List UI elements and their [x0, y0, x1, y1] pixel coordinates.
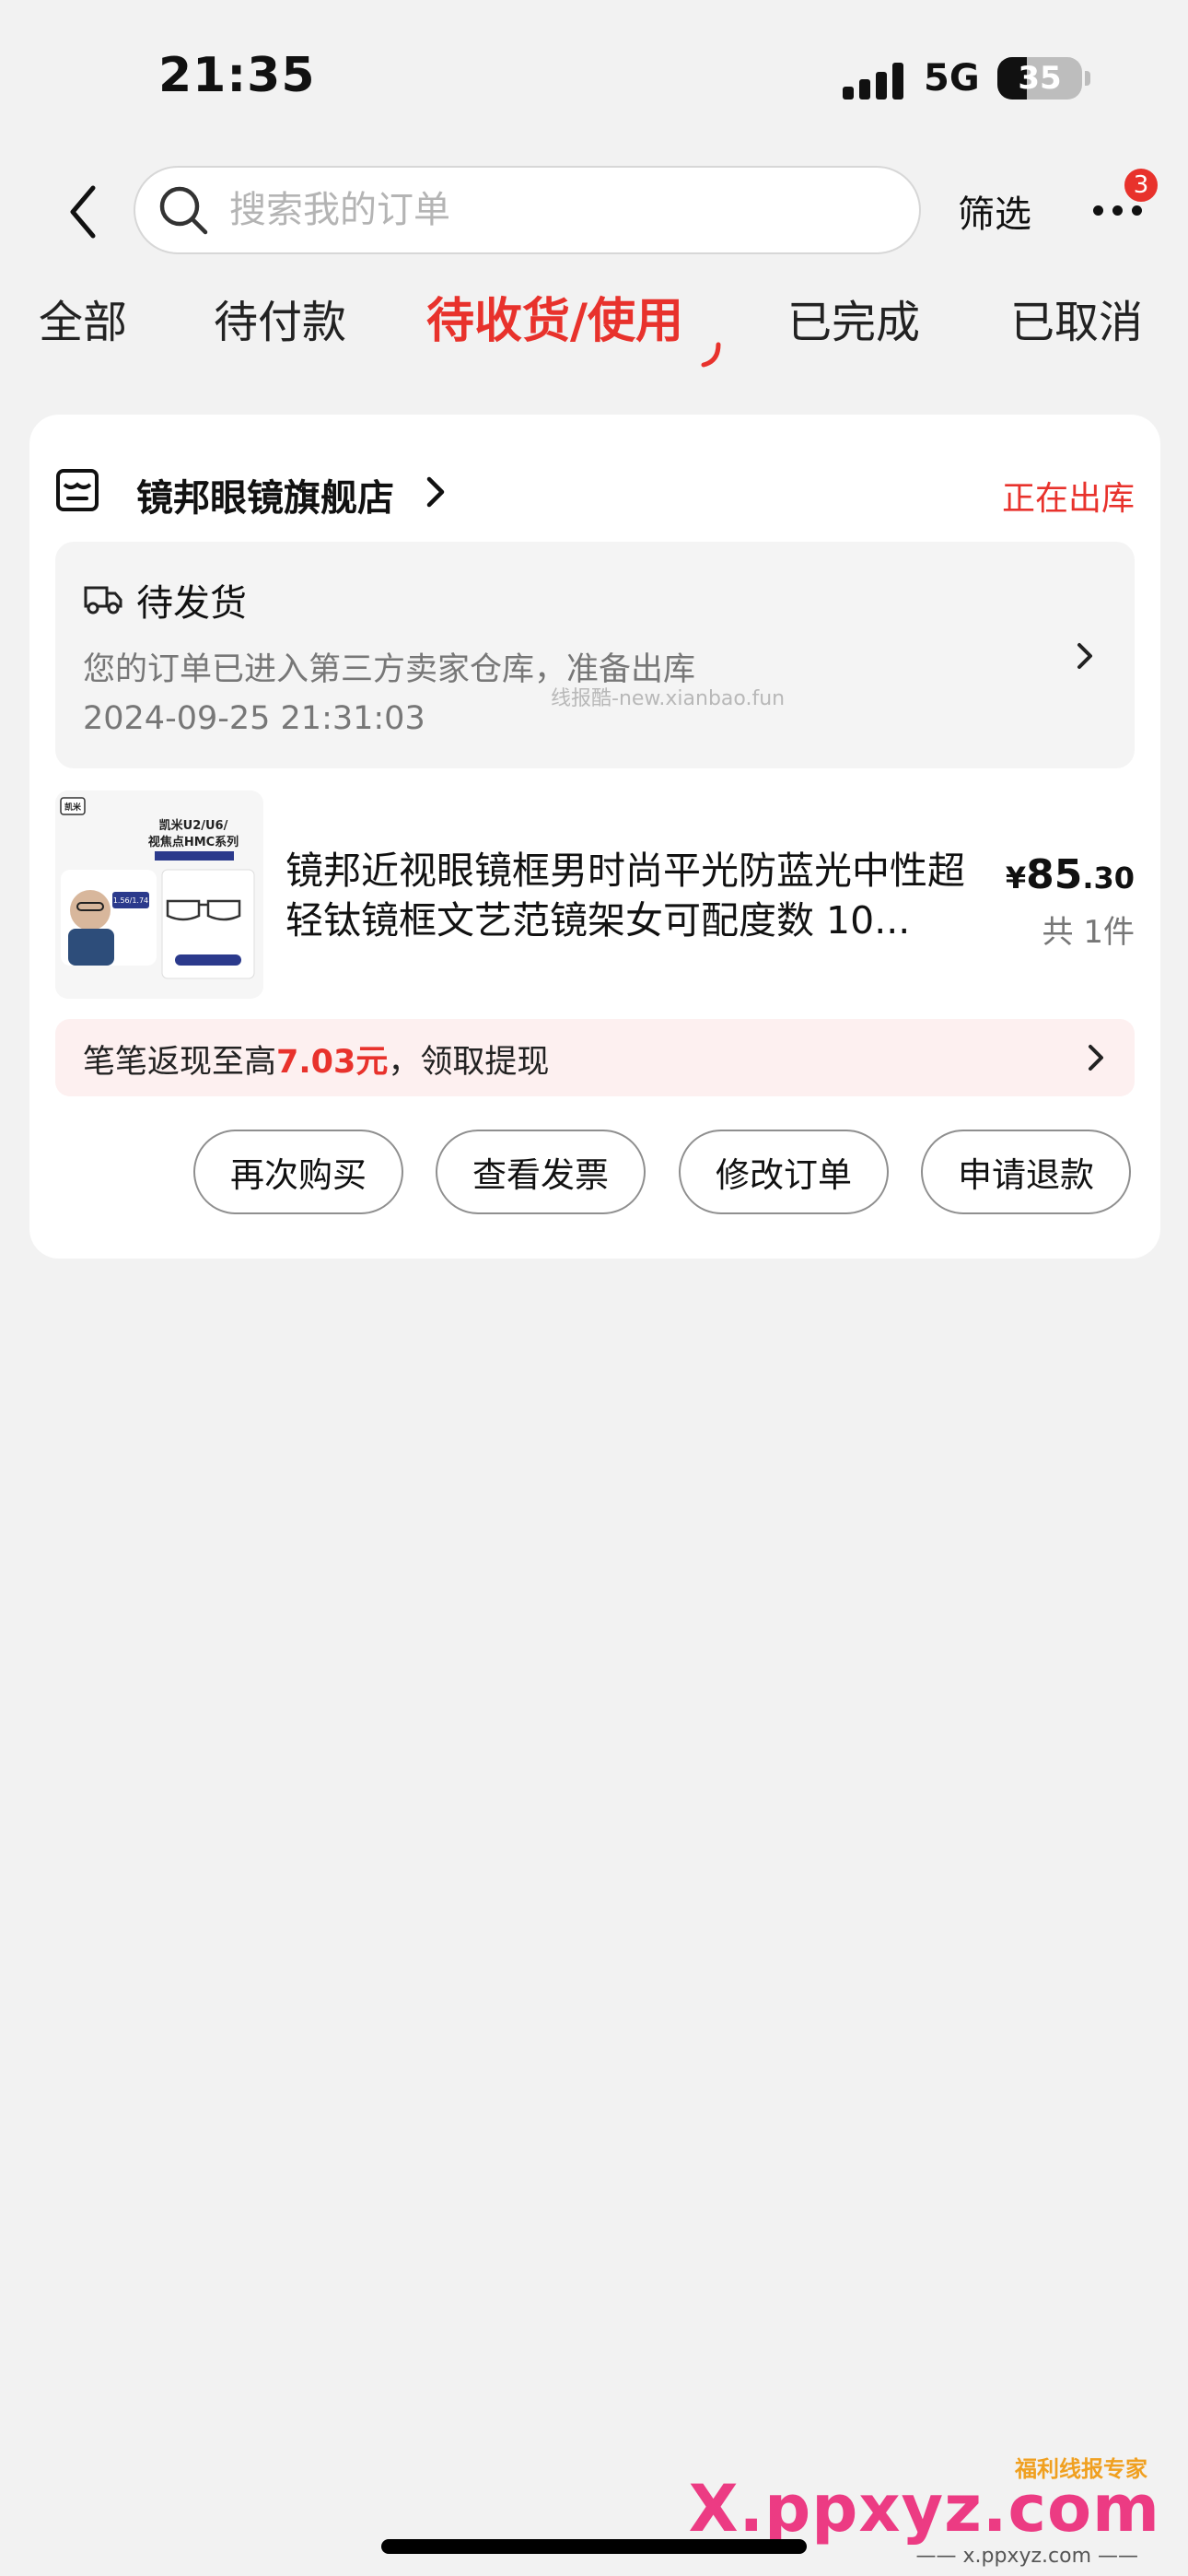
modify-order-button[interactable]: 修改订单 [679, 1130, 889, 1214]
tab-pending-payment[interactable]: 待付款 [214, 286, 346, 350]
product-title[interactable]: 镜邦近视眼镜框男时尚平光防蓝光中性超轻钛镜框文艺范镜架女可配度数 10... [285, 846, 967, 945]
home-indicator[interactable] [381, 2539, 807, 2554]
cashback-amount: 7.03元 [276, 1044, 389, 1081]
price-decimal: .30 [1082, 861, 1135, 896]
active-tab-indicator [701, 342, 721, 368]
shipping-time: 2024-09-25 21:31:03 [83, 700, 425, 737]
tab-all[interactable]: 全部 [39, 286, 127, 350]
cashback-suffix: ，领取提现 [388, 1044, 550, 1081]
network-type: 5G [924, 57, 980, 100]
order-status: 正在出库 [1001, 480, 1135, 518]
order-card[interactable]: 镜邦眼镜旗舰店 正在出库 待发货 线报酷-new.xianbao.fun 您的订… [29, 415, 1160, 1259]
tab-cancelled[interactable]: 已取消 [1010, 286, 1143, 350]
price-currency: ¥ [1005, 861, 1027, 896]
store-name: 镜邦眼镜旗舰店 [136, 477, 394, 520]
product-series-line1: 凯米U2/U6/ [159, 818, 228, 833]
cashback-prefix: 笔笔返现至高 [83, 1044, 277, 1081]
order-actions: 再次购买 查看发票 修改订单 申请退款 [29, 1130, 1160, 1214]
more-dot [1112, 205, 1123, 216]
product-image[interactable]: 凯米 凯米U2/U6/ 视焦点HMC系列 1.56/1.74 [55, 790, 263, 999]
shipping-info[interactable]: 待发货 线报酷-new.xianbao.fun 您的订单已进入第三方卖家仓库，准… [55, 542, 1135, 768]
chevron-right-icon [1089, 1045, 1103, 1071]
store-icon [56, 469, 99, 511]
product-quantity: 共 1件 [1042, 914, 1135, 951]
cellular-signal-icon [843, 59, 905, 100]
battery-icon: 35 [997, 57, 1082, 100]
tab-pending-receipt[interactable]: 待收货/使用 [426, 282, 683, 351]
chevron-right-icon [1077, 643, 1092, 669]
battery-level: 35 [1018, 60, 1062, 97]
search-bar[interactable] [134, 166, 921, 254]
filter-button[interactable]: 筛选 [958, 184, 1031, 238]
order-tabs: 全部 待付款 待收货/使用 已完成 已取消 [0, 286, 1188, 378]
buy-again-button[interactable]: 再次购买 [193, 1130, 403, 1214]
battery-cap [1085, 71, 1090, 86]
product-index-label: 1.56/1.74 [113, 896, 148, 905]
shipping-description: 您的订单已进入第三方卖家仓库，准备出库 [83, 651, 696, 688]
request-refund-button[interactable]: 申请退款 [921, 1130, 1131, 1214]
notification-badge: 3 [1122, 166, 1160, 205]
search-icon [156, 182, 211, 238]
watermark-url: —— x.ppxyz.com —— [915, 2545, 1139, 2568]
more-dots-icon [1092, 205, 1103, 216]
more-dot [1131, 205, 1142, 216]
search-input[interactable] [227, 188, 872, 232]
status-bar: 21:35 5G 35 [0, 0, 1188, 157]
view-invoice-button[interactable]: 查看发票 [436, 1130, 646, 1214]
cashback-text: 笔笔返现至高7.03元，领取提现 [83, 1036, 549, 1083]
cashback-banner[interactable]: 笔笔返现至高7.03元，领取提现 [55, 1019, 1135, 1096]
price-integer: 85 [1026, 851, 1083, 898]
chevron-right-icon [426, 476, 445, 508]
back-button[interactable] [55, 175, 111, 249]
product-price: ¥85.30 [1006, 851, 1135, 898]
status-time: 21:35 [158, 48, 316, 103]
truck-icon [84, 586, 122, 615]
tab-completed[interactable]: 已完成 [787, 286, 920, 350]
product-brand-mark: 凯米 [64, 802, 82, 813]
product-series-line2: 视焦点HMC系列 [148, 835, 239, 849]
product-item[interactable]: 凯米 凯米U2/U6/ 视焦点HMC系列 1.56/1.74 镜邦近视眼镜框男时… [55, 790, 1135, 1001]
top-nav: 筛选 [0, 157, 1188, 267]
store-header[interactable]: 镜邦眼镜旗舰店 正在出库 [55, 464, 1135, 520]
chevron-left-icon [70, 185, 96, 239]
shipping-title: 待发货 [136, 582, 247, 625]
watermark-logo: X.ppxyz.com [688, 2471, 1160, 2547]
